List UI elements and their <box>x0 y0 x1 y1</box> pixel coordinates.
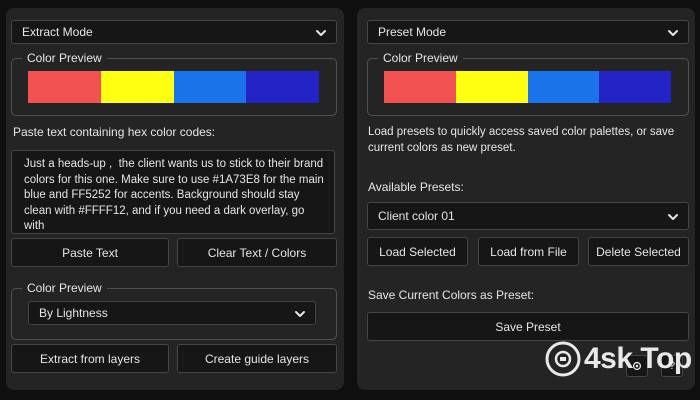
color-swatches <box>28 71 319 103</box>
mode-dropdown[interactable]: Extract Mode <box>11 20 337 44</box>
available-presets-label: Available Presets: <box>368 180 464 194</box>
color-preview-title: Color Preview <box>378 51 463 65</box>
swatch-4[interactable] <box>599 71 671 103</box>
swatch-2[interactable] <box>455 71 528 103</box>
paste-text-button[interactable]: Paste Text <box>11 238 169 267</box>
chevron-down-icon <box>295 311 305 317</box>
swatch-1[interactable] <box>384 71 456 103</box>
save-preset-button[interactable]: Save Preset <box>367 312 689 341</box>
sort-dropdown-value: By Lightness <box>39 306 108 320</box>
chevron-down-icon <box>668 30 678 36</box>
sort-group: Color Preview By Lightness <box>11 281 337 340</box>
load-selected-button[interactable]: Load Selected <box>367 237 468 266</box>
preset-dropdown-value: Client color 01 <box>378 209 455 223</box>
swatch-3[interactable] <box>527 71 600 103</box>
watermark-logo-icon <box>545 341 581 377</box>
load-from-file-button[interactable]: Load from File <box>478 237 579 266</box>
preset-description: Load presets to quickly access saved col… <box>368 126 675 154</box>
color-preview-title: Color Preview <box>22 51 107 65</box>
color-preview-group: Color Preview <box>367 51 689 116</box>
clear-text-button[interactable]: Clear Text / Colors <box>177 238 337 267</box>
chevron-down-icon <box>316 30 326 36</box>
extract-layers-button[interactable]: Extract from layers <box>11 344 169 373</box>
paste-label: Paste text containing hex color codes: <box>13 125 216 139</box>
sort-dropdown[interactable]: By Lightness <box>28 301 316 325</box>
preset-mode-dropdown[interactable]: Preset Mode <box>367 20 689 44</box>
extract-panel: Extract Mode Color Preview Paste text co… <box>6 8 344 390</box>
swatch-1[interactable] <box>28 71 101 103</box>
swatch-3[interactable] <box>173 71 247 103</box>
swatch-4[interactable] <box>246 71 319 103</box>
color-preview-group: Color Preview <box>11 51 337 116</box>
watermark-text: 4sk Top <box>584 342 692 375</box>
preset-mode-value: Preset Mode <box>378 25 447 39</box>
mode-dropdown-value: Extract Mode <box>22 25 93 39</box>
watermark: 4sk Top <box>544 340 692 378</box>
delete-selected-button[interactable]: Delete Selected <box>588 237 689 266</box>
color-swatches <box>384 71 671 103</box>
create-guide-button[interactable]: Create guide layers <box>177 344 337 373</box>
save-colors-label: Save Current Colors as Preset: <box>368 288 535 302</box>
hex-text-input[interactable]: Just a heads-up , the client wants us to… <box>11 150 335 234</box>
preset-dropdown[interactable]: Client color 01 <box>367 202 689 230</box>
preset-panel: Preset Mode Color Preview Load presets t… <box>357 8 695 390</box>
chevron-down-icon <box>668 214 678 220</box>
swatch-2[interactable] <box>100 71 174 103</box>
sort-group-title: Color Preview <box>22 281 107 295</box>
